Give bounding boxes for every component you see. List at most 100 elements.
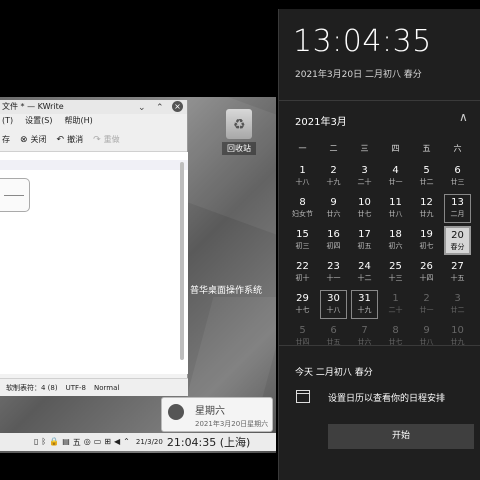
mode-selector[interactable]: Normal <box>94 384 119 392</box>
tab-setting[interactable]: 软制表符：4 (8) <box>6 383 58 393</box>
kwrite-window: 文件 * — KWrite ⌄ ⌃ × (T) 设置(S) 帮助(H) 存 ⊗ 关… <box>0 100 188 396</box>
calendar-day[interactable]: 15 初三 <box>289 226 316 255</box>
calendar-day[interactable]: 23 十一 <box>320 258 347 287</box>
calendar-day[interactable]: 22 初十 <box>289 258 316 287</box>
menu-help[interactable]: 帮助(H) <box>64 114 92 128</box>
previous-month-icon[interactable]: ∧ <box>459 110 468 124</box>
calendar-day[interactable]: 8 妇女节 <box>289 194 316 223</box>
network-icon[interactable]: ⊞ <box>104 437 111 448</box>
window-title: 文件 * — KWrite <box>2 102 64 111</box>
volume-icon[interactable]: ◀ <box>114 437 120 448</box>
calendar-day[interactable]: 29 十七 <box>289 290 316 319</box>
day-number: 5 <box>423 165 430 176</box>
clipboard-icon[interactable]: ▯ <box>34 437 38 448</box>
day-number: 22 <box>296 261 309 272</box>
calendar-day[interactable]: 1 二十 <box>382 290 409 319</box>
day-number: 13 <box>451 197 464 208</box>
calendar-day[interactable]: 2 廿一 <box>413 290 440 319</box>
calendar-day[interactable]: 5 廿四 <box>289 322 316 351</box>
day-number: 6 <box>454 165 461 176</box>
notes-icon[interactable]: ▤ <box>62 437 70 448</box>
flyout-time: 13:04:35 <box>293 24 432 59</box>
day-number: 19 <box>420 229 433 240</box>
day-number: 5 <box>299 325 306 336</box>
current-line-highlight <box>0 160 188 170</box>
calendar-day[interactable]: 31 十九 <box>351 290 378 319</box>
window-titlebar[interactable]: 文件 * — KWrite ⌄ ⌃ × <box>0 100 187 114</box>
text-editor-area[interactable] <box>0 152 188 374</box>
calendar-day[interactable]: 26 十四 <box>413 258 440 287</box>
calendar-day[interactable]: 6 廿三 <box>444 162 471 191</box>
save-button[interactable]: 存 <box>2 134 10 145</box>
calendar-day[interactable]: 18 初六 <box>382 226 409 255</box>
day-number: 17 <box>358 229 371 240</box>
lunar-date: 初五 <box>357 242 372 250</box>
calendar-day[interactable]: 30 十八 <box>320 290 347 319</box>
lock-icon[interactable]: 🔒 <box>49 437 59 448</box>
calendar-day[interactable]: 11 廿八 <box>382 194 409 223</box>
menu-tools[interactable]: (T) <box>2 114 13 128</box>
screen: ♻ 回收站 普华桌面操作系统 文件 * — KWrite ⌄ ⌃ × (T) 设… <box>0 0 480 480</box>
encoding-selector[interactable]: UTF-8 <box>66 384 86 392</box>
calendar-day[interactable]: 1 十八 <box>289 162 316 191</box>
taskbar-clock[interactable]: 21:04:35 (上海) <box>167 434 250 450</box>
os-name-text: 普华桌面操作系统 <box>190 286 263 296</box>
calendar-day[interactable]: 16 初四 <box>320 226 347 255</box>
menu-settings[interactable]: 设置(S) <box>25 114 52 128</box>
lunar-date: 廿一 <box>419 306 434 314</box>
calendar-day[interactable]: 10 廿九 <box>444 322 471 351</box>
calendar-day[interactable]: 7 廿六 <box>351 322 378 351</box>
menubar: (T) 设置(S) 帮助(H) <box>0 114 187 128</box>
lunar-date: 廿九 <box>419 210 434 218</box>
updates-icon[interactable]: ◎ <box>84 437 91 448</box>
calendar-day[interactable]: 19 初七 <box>413 226 440 255</box>
calendar-day[interactable]: 9 廿六 <box>320 194 347 223</box>
weekday-label: 四 <box>391 144 400 153</box>
redo-button[interactable]: ↷ 重做 <box>93 134 120 145</box>
calendar-day[interactable]: 25 十三 <box>382 258 409 287</box>
calendar-day[interactable]: 10 廿七 <box>351 194 378 223</box>
completion-popup[interactable] <box>0 178 30 212</box>
flyout-date[interactable]: 2021年3月20日 二月初八 春分 <box>295 67 422 80</box>
close-doc-button[interactable]: ⊗ 关闭 <box>20 134 47 145</box>
date-tooltip: 星期六 2021年3月20日星期六 <box>161 397 273 432</box>
input-method-icon[interactable]: 五 <box>73 437 81 448</box>
tray-expand-icon[interactable]: ⌃ <box>123 437 130 448</box>
calendar-day[interactable]: 3 廿二 <box>444 290 471 319</box>
calendar-day[interactable]: 17 初五 <box>351 226 378 255</box>
trash-desktop-icon[interactable]: ♻ 回收站 <box>222 109 256 155</box>
tooltip-weekday: 星期六 <box>195 406 225 417</box>
month-header[interactable]: 2021年3月 <box>295 113 347 128</box>
calendar-day[interactable]: 9 廿八 <box>413 322 440 351</box>
system-tray: ▯ ᛒ 🔒 ▤ 五 ◎ ▭ ⊞ ◀ ⌃ <box>34 437 130 448</box>
day-number: 11 <box>389 197 402 208</box>
day-number: 16 <box>327 229 340 240</box>
minimize-icon[interactable]: ⌄ <box>138 101 146 115</box>
calendar-day[interactable]: 6 廿五 <box>320 322 347 351</box>
calendar-day[interactable]: 8 廿七 <box>382 322 409 351</box>
day-number: 18 <box>389 229 402 240</box>
day-number: 2 <box>423 293 430 304</box>
calendar-day[interactable]: 12 廿九 <box>413 194 440 223</box>
calendar-day[interactable]: 2 十九 <box>320 162 347 191</box>
lunar-date: 二十 <box>357 178 372 186</box>
calendar-day[interactable]: 20 春分 <box>444 226 471 255</box>
vertical-scrollbar[interactable] <box>180 162 184 360</box>
calendar-day[interactable]: 24 十二 <box>351 258 378 287</box>
bluetooth-icon[interactable]: ᛒ <box>41 437 46 448</box>
maximize-icon[interactable]: ⌃ <box>156 101 164 115</box>
calendar-day[interactable]: 13 二月 <box>444 194 471 223</box>
taskbar-date[interactable]: 21/3/20 <box>136 438 163 446</box>
close-window-icon[interactable]: × <box>172 101 183 112</box>
day-number: 7 <box>361 325 368 336</box>
calendar-day[interactable]: 27 十五 <box>444 258 471 287</box>
calendar-day[interactable]: 4 廿一 <box>382 162 409 191</box>
lunar-date: 廿七 <box>357 210 372 218</box>
calendar-day[interactable]: 3 二十 <box>351 162 378 191</box>
display-icon[interactable]: ▭ <box>94 437 102 448</box>
undo-button[interactable]: ↶ 撤消 <box>57 134 84 145</box>
calendar-day[interactable]: 5 廿二 <box>413 162 440 191</box>
start-button[interactable]: 开始 <box>328 424 474 449</box>
weekday-header: 一 二 三 四 五 六 <box>287 143 473 154</box>
day-number: 9 <box>330 197 337 208</box>
